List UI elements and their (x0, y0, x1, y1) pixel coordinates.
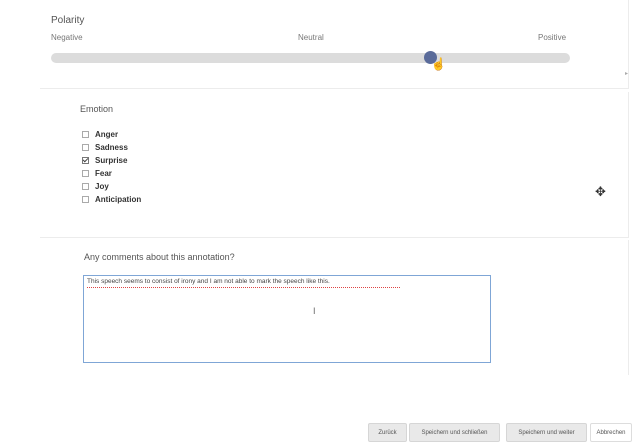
checkbox[interactable] (82, 183, 89, 190)
emotion-label: Joy (95, 182, 109, 191)
emotion-title: Emotion (80, 104, 114, 114)
emotion-label: Anticipation (95, 195, 142, 204)
scroll-edge-mark: ▸ (625, 71, 629, 77)
polarity-title: Polarity (51, 15, 85, 26)
comment-panel: Any comments about this annotation? I (40, 240, 629, 375)
checkbox[interactable] (82, 131, 89, 138)
emotion-panel: Emotion Anger Sadness Surprise Fear Joy … (40, 92, 629, 238)
polarity-slider[interactable] (51, 51, 570, 64)
scale-label-positive: Positive (538, 33, 567, 42)
footer-toolbar: Zurück Speichern und schließen Speichern… (0, 418, 632, 443)
cancel-button[interactable]: Abbrechen (590, 423, 632, 442)
comment-textarea[interactable] (83, 275, 491, 363)
comment-label: Any comments about this annotation? (84, 252, 235, 262)
emotion-label: Sadness (95, 143, 128, 152)
spellcheck-underline (87, 286, 400, 288)
emotion-option[interactable]: Anticipation (82, 193, 141, 206)
emotion-list: Anger Sadness Surprise Fear Joy Anticipa… (82, 128, 141, 206)
checkbox[interactable] (82, 196, 89, 203)
emotion-option[interactable]: Sadness (82, 141, 141, 154)
emotion-label: Anger (95, 130, 119, 139)
checkbox[interactable] (82, 170, 89, 177)
emotion-label: Surprise (95, 156, 128, 165)
emotion-option[interactable]: Surprise (82, 154, 141, 167)
checkbox[interactable] (82, 144, 89, 151)
emotion-label: Fear (95, 169, 112, 178)
save-next-button[interactable]: Speichern und weiter (506, 423, 587, 442)
back-button[interactable]: Zurück (368, 423, 407, 442)
emotion-option[interactable]: Anger (82, 128, 141, 141)
scale-label-negative: Negative (51, 33, 83, 42)
save-close-button[interactable]: Speichern und schließen (409, 423, 500, 442)
text-cursor-icon: I (313, 306, 316, 316)
move-cursor-icon: ✥ (595, 184, 606, 199)
emotion-option[interactable]: Fear (82, 167, 141, 180)
scale-label-neutral: Neutral (298, 33, 324, 42)
hand-cursor-icon: ☝ (431, 57, 446, 71)
checkbox[interactable] (82, 157, 89, 164)
emotion-option[interactable]: Joy (82, 180, 141, 193)
polarity-panel: Polarity Negative Neutral Positive ☝ ▸ (40, 0, 629, 89)
